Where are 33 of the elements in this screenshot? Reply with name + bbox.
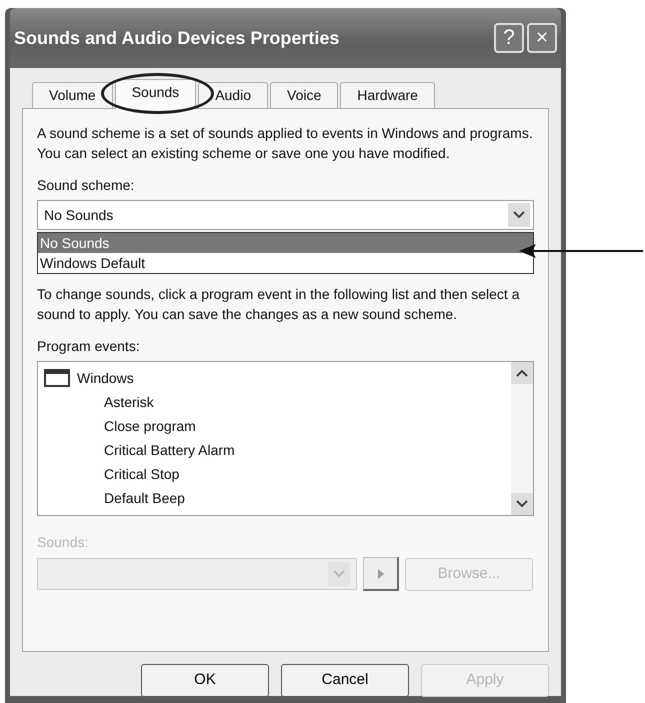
help-button[interactable]: ? <box>494 23 524 53</box>
instruction-text: To change sounds, click a program event in the following list and then select a sound to apply. You can save the changes as a new sound scheme. <box>37 285 521 324</box>
field-label: Sounds: <box>37 533 90 552</box>
event-item[interactable]: Critical Stop <box>104 466 180 482</box>
play-icon <box>376 568 384 580</box>
tab[interactable]: Sounds <box>114 79 196 109</box>
tab[interactable]: Hardware <box>340 82 435 108</box>
window-title: Sounds and Audio Devices Properties <box>14 26 340 50</box>
sound-dropdown[interactable] <box>37 558 357 590</box>
up-chevron-icon <box>516 369 528 377</box>
field-label: Program events: <box>37 337 141 356</box>
event-group[interactable]: Windows <box>77 366 134 390</box>
scrollbar[interactable] <box>511 362 533 515</box>
down-chevron-icon <box>333 570 345 578</box>
dialog-button[interactable]: OK <box>141 664 269 697</box>
window-icon <box>44 369 70 387</box>
tab[interactable]: Audio <box>198 82 268 108</box>
dialog-button[interactable]: Cancel <box>281 664 409 697</box>
description-text: A sound scheme is a set of sounds applied to events in Windows and programs. You can select an existing scheme or save one you have modified. <box>37 124 534 163</box>
tab[interactable]: Volume <box>32 82 113 108</box>
down-chevron-icon <box>513 211 525 219</box>
dropdown-option[interactable]: No Sounds <box>38 233 533 253</box>
event-item[interactable]: Default Beep <box>104 490 185 506</box>
event-item[interactable]: Close program <box>104 418 196 434</box>
tab[interactable]: Voice <box>270 82 338 108</box>
down-chevron-icon <box>516 500 528 508</box>
field-label: Sound scheme: <box>37 176 136 195</box>
close-button[interactable]: × <box>527 23 557 53</box>
scheme-dropdown[interactable]: No Sounds <box>37 200 534 230</box>
event-item[interactable]: Critical Battery Alarm <box>104 442 235 458</box>
event-item[interactable]: Asterisk <box>104 394 154 410</box>
dropdown-option[interactable]: Windows Default <box>38 253 533 273</box>
play-button[interactable] <box>363 557 399 591</box>
